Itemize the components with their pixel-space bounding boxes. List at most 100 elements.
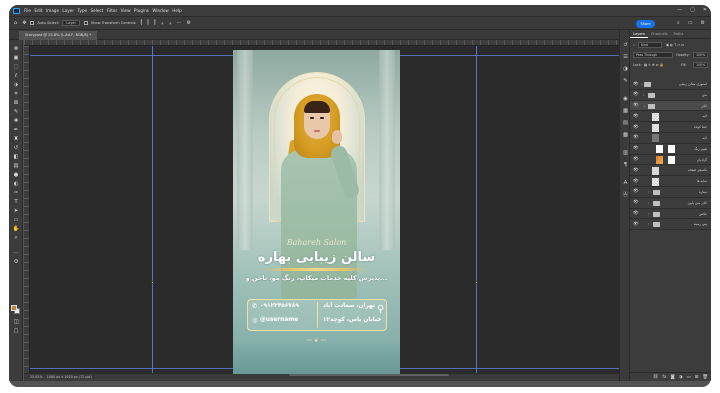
libraries-icon[interactable]: ▥ <box>622 150 629 157</box>
visibility-eye-icon[interactable]: 👁 <box>633 211 639 216</box>
more-tools-icon[interactable]: ⋯ <box>12 250 20 257</box>
dodge-tool-icon[interactable]: ◐ <box>12 181 20 188</box>
visibility-eye-icon[interactable]: 👁 <box>633 222 639 227</box>
gradient-tool-icon[interactable]: ▤ <box>12 163 20 170</box>
new-layer-icon[interactable]: ⊞ <box>695 375 699 380</box>
layer-name[interactable]: کادر متن پایین <box>688 198 707 209</box>
visibility-eye-icon[interactable]: 👁 <box>633 135 639 140</box>
delete-layer-icon[interactable]: 🗑 <box>702 375 708 380</box>
menu-select[interactable]: Select <box>91 8 104 13</box>
zoom-level[interactable]: 25.81% <box>30 375 43 379</box>
gradients-icon[interactable]: ▤ <box>622 120 629 127</box>
transform-handle[interactable] <box>151 281 154 284</box>
opacity-field[interactable]: 100% <box>693 52 708 58</box>
layer-name[interactable]: تغییر رنگ <box>694 144 707 155</box>
align-center-icon[interactable]: ⫿ <box>147 20 149 26</box>
transform-controls-checkbox[interactable] <box>83 21 88 25</box>
layer-name[interactable]: خط کوتاه <box>694 122 707 133</box>
eyedropper-tool-icon[interactable]: ✎ <box>12 109 20 116</box>
layer-row[interactable]: 👁 تغییر رنگ <box>630 144 711 155</box>
crop-tool-icon[interactable]: ⌗ <box>12 91 20 98</box>
expand-chevron-icon[interactable]: › <box>648 190 649 195</box>
rectangle-tool-icon[interactable]: ▭ <box>12 217 20 224</box>
color-icon[interactable]: ◉ <box>622 96 629 103</box>
auto-select-checkbox[interactable] <box>30 21 35 25</box>
path-select-icon[interactable]: ➤ <box>12 208 20 215</box>
layer-row[interactable]: 👁 لایه <box>630 111 711 123</box>
new-adjustment-icon[interactable]: ◑ <box>679 375 683 380</box>
visibility-eye-icon[interactable]: 👁 <box>633 146 639 151</box>
filter-buttons-icon[interactable]: ▣ ◐ T ▭ ⊡ <box>666 42 684 48</box>
hand-tool-icon[interactable]: ✋ <box>12 226 20 233</box>
layer-row[interactable]: 👁 › متن <box>630 90 711 101</box>
link-layers-icon[interactable]: ⛓ <box>653 375 659 380</box>
layer-name[interactable]: متن <box>702 90 707 101</box>
layer-row[interactable]: 👁 سایه ها <box>630 176 711 187</box>
foreground-color-swatch[interactable] <box>11 305 17 311</box>
align-middle-icon[interactable]: ⫠ <box>168 20 171 26</box>
align-left-icon[interactable]: ⫿ <box>141 20 143 26</box>
align-right-icon[interactable]: ⫿ <box>154 20 156 26</box>
layer-name[interactable]: پس زمینه <box>694 219 707 230</box>
properties-icon[interactable]: ☰ <box>622 54 629 61</box>
artboard-tool-icon[interactable]: ▣ <box>12 55 20 62</box>
workspace-icon[interactable]: ▭ <box>688 20 693 26</box>
search-icon[interactable]: ⌕ <box>677 20 680 26</box>
visibility-eye-icon[interactable]: 👁 <box>633 82 639 87</box>
close-icon[interactable]: ✕ <box>703 7 707 13</box>
expand-chevron-icon[interactable]: › <box>643 93 644 98</box>
more-options-icon[interactable]: ⋯ <box>177 20 182 26</box>
transform-handle[interactable] <box>475 281 478 284</box>
auto-select-dropdown[interactable]: Layer <box>62 20 80 26</box>
pen-tool-icon[interactable]: ✑ <box>12 190 20 197</box>
add-mask-icon[interactable]: ◙ <box>670 375 674 380</box>
layer-row[interactable]: 👁 تکسچر صفحه <box>630 165 711 177</box>
visibility-eye-icon[interactable]: 👁 <box>633 103 639 108</box>
object-select-tool-icon[interactable]: ⬗ <box>12 82 20 89</box>
menu-filter[interactable]: Filter <box>107 8 117 13</box>
expand-chevron-icon[interactable]: ⌄ <box>643 104 646 109</box>
help-icon[interactable]: ⚙ <box>701 20 705 26</box>
layer-row[interactable]: 👁 ⌄ استوری سالن زیبایی <box>630 79 711 90</box>
adjustments-icon[interactable]: ◑ <box>622 66 629 73</box>
layer-name[interactable]: لایه <box>702 111 707 122</box>
glyphs-icon[interactable]: Ⓐ <box>622 192 629 199</box>
visibility-eye-icon[interactable]: 👁 <box>633 125 639 130</box>
visibility-eye-icon[interactable]: 👁 <box>633 157 639 162</box>
menu-type[interactable]: Type <box>78 8 88 13</box>
expand-chevron-icon[interactable]: › <box>648 222 649 227</box>
layer-name[interactable]: لایه <box>702 133 707 144</box>
layer-name[interactable]: کادر <box>701 101 707 112</box>
healing-brush-icon[interactable]: ✚ <box>12 118 20 125</box>
vertical-ruler[interactable] <box>24 46 30 373</box>
layer-row[interactable]: 👁 › پس زمینه <box>630 219 711 231</box>
history-brush-icon[interactable]: ↺ <box>12 145 20 152</box>
swatches-icon[interactable]: ▦ <box>622 108 629 115</box>
type-tool-icon[interactable]: T <box>12 199 20 206</box>
menu-plugins[interactable]: Plugins <box>134 8 149 13</box>
visibility-eye-icon[interactable]: 👁 <box>633 189 639 194</box>
layer-name[interactable]: گرادیان <box>697 155 707 166</box>
document-tab[interactable]: Storypost @ 25.8% (L-Ad-F, RGB/8) * <box>19 31 98 40</box>
visibility-eye-icon[interactable]: 👁 <box>633 200 639 205</box>
layer-row[interactable]: 👁 خط کوتاه <box>630 122 711 133</box>
layer-row-selected[interactable]: 👁 ⌄ کادر <box>630 100 711 112</box>
visibility-eye-icon[interactable]: 👁 <box>633 92 639 97</box>
horizontal-scrollbar[interactable] <box>289 374 449 376</box>
layer-name[interactable]: سایه ها <box>697 176 707 187</box>
layer-name[interactable]: استوری سالن زیبایی <box>679 79 707 90</box>
story-artboard[interactable]: Bahareh Salon سالن زیبایی بهاره پذیرش کل… <box>233 50 400 376</box>
brush-tool-icon[interactable]: ✒ <box>12 127 20 134</box>
patterns-icon[interactable]: ▩ <box>622 132 629 139</box>
edit-toolbar-icon[interactable]: ⚙ <box>12 259 20 266</box>
expand-chevron-icon[interactable]: › <box>648 201 649 206</box>
expand-chevron-icon[interactable]: ⌄ <box>640 82 643 87</box>
move-tool-icon[interactable]: ✥ <box>22 20 26 26</box>
tab-channels[interactable]: Channels <box>648 30 671 38</box>
share-button[interactable]: Share <box>636 20 655 28</box>
horizontal-ruler[interactable] <box>24 40 619 46</box>
brushes-icon[interactable]: ✎ <box>622 78 629 85</box>
layer-row[interactable]: 👁 › ستاره <box>630 187 711 198</box>
new-group-icon[interactable]: ▭ <box>687 375 691 380</box>
layer-row[interactable]: 👁 لایه <box>630 133 711 144</box>
